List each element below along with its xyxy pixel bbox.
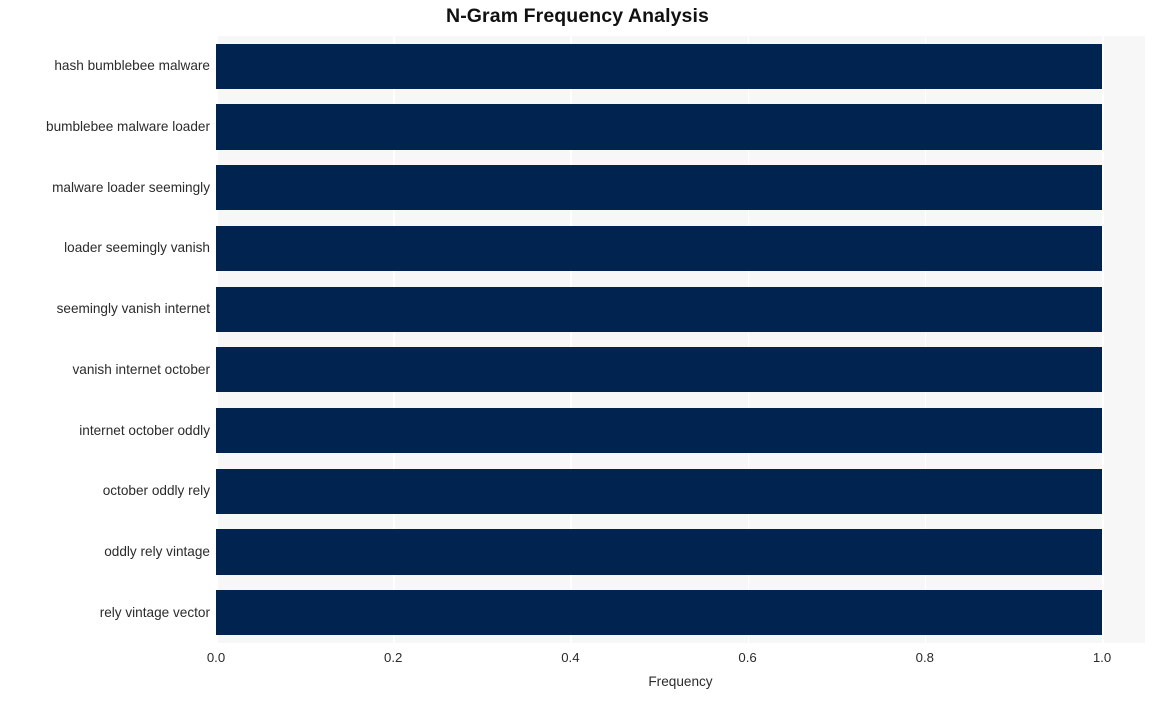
x-axis-tick-label: 0.0 — [206, 650, 226, 665]
x-axis-label: Frequency — [648, 674, 713, 689]
bar-series — [216, 36, 1145, 643]
x-axis-tick-label: 0.6 — [738, 650, 757, 665]
bar[interactable] — [216, 43, 1102, 89]
x-axis-tick-label: 0.2 — [384, 650, 403, 665]
bar-row — [216, 165, 1145, 211]
y-axis-tick-label: rely vintage vector — [99, 604, 210, 620]
bar-row — [216, 104, 1145, 150]
y-axis-tick-label: oddly rely vintage — [104, 543, 210, 559]
bar[interactable] — [216, 468, 1102, 514]
plot-area — [216, 36, 1145, 643]
bar-row — [216, 407, 1145, 454]
bar-row — [216, 286, 1145, 332]
x-axis-tick-label: 0.4 — [561, 650, 580, 665]
y-axis-tick-label: october oddly rely — [102, 483, 210, 499]
y-axis-tick-labels: hash bumblebee malware bumblebee malware … — [0, 36, 210, 643]
chart-figure: N-Gram Frequency Analysis hash bumblebee… — [0, 0, 1155, 701]
bar[interactable] — [216, 104, 1102, 150]
bar[interactable] — [216, 225, 1102, 272]
bar[interactable] — [216, 407, 1102, 454]
y-axis-tick-label: vanish internet october — [72, 361, 210, 377]
x-axis-tick-labels: 0.0 0.2 0.4 0.6 0.8 1.0 — [0, 650, 1155, 670]
y-axis-tick-label: seemingly vanish internet — [56, 301, 210, 317]
bar[interactable] — [216, 165, 1102, 211]
bar-row — [216, 590, 1145, 636]
bar[interactable] — [216, 286, 1102, 332]
bar-row — [216, 468, 1145, 514]
bar-row — [216, 43, 1145, 89]
bar-row — [216, 225, 1145, 272]
y-axis-tick-label: hash bumblebee malware — [54, 58, 210, 74]
bar[interactable] — [216, 347, 1102, 393]
bar[interactable] — [216, 529, 1102, 575]
y-axis-tick-label: bumblebee malware loader — [46, 119, 210, 135]
y-axis-tick-label: malware loader seemingly — [52, 179, 210, 195]
bar[interactable] — [216, 590, 1102, 636]
bar-row — [216, 529, 1145, 575]
y-axis-tick-label: internet october oddly — [79, 422, 210, 438]
x-axis-tick-label: 1.0 — [1092, 650, 1112, 665]
chart-title: N-Gram Frequency Analysis — [446, 5, 709, 27]
bar-row — [216, 347, 1145, 393]
x-axis-tick-label: 0.8 — [915, 650, 934, 665]
y-axis-tick-label: loader seemingly vanish — [64, 240, 210, 256]
